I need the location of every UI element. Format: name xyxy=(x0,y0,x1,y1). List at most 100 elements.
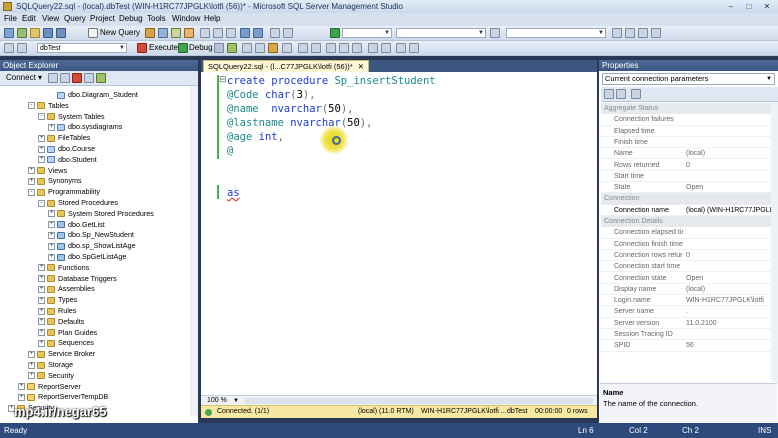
expand-icon[interactable]: + xyxy=(48,221,55,229)
save-icon[interactable] xyxy=(43,28,53,38)
tree-item[interactable]: + Types xyxy=(38,294,77,305)
menu-project[interactable]: Project xyxy=(90,14,115,23)
tab-close-icon[interactable]: ✕ xyxy=(358,62,364,71)
properties-icon[interactable] xyxy=(625,28,635,38)
property-row[interactable]: Server name. xyxy=(601,306,771,318)
property-category[interactable]: Aggregate Status xyxy=(601,103,771,115)
property-row[interactable]: Connection elapsed tir xyxy=(601,227,771,239)
redo-icon[interactable] xyxy=(253,28,263,38)
comment-icon[interactable] xyxy=(368,43,378,53)
refresh-icon[interactable] xyxy=(96,73,106,83)
increase-indent-icon[interactable] xyxy=(409,43,419,53)
search-combo[interactable]: ▼ xyxy=(506,28,606,38)
new-file-icon[interactable] xyxy=(4,28,14,38)
menu-query[interactable]: Query xyxy=(64,14,86,23)
minimize-button[interactable]: – xyxy=(722,1,740,12)
undo-icon[interactable] xyxy=(240,28,250,38)
horizontal-scrollbar[interactable] xyxy=(245,398,593,404)
results-to-grid-icon[interactable] xyxy=(339,43,349,53)
db-engine-query-icon[interactable] xyxy=(145,28,155,38)
open-folder-icon[interactable] xyxy=(30,28,40,38)
property-row[interactable]: Display name (local) xyxy=(601,284,771,296)
expand-icon[interactable]: + xyxy=(28,167,35,175)
client-stats-icon[interactable] xyxy=(311,43,321,53)
properties-scrollbar[interactable] xyxy=(771,102,778,382)
tree-item[interactable]: + Security xyxy=(28,370,74,381)
expand-icon[interactable]: + xyxy=(38,339,45,347)
tree-item[interactable]: + dbo.Course xyxy=(38,143,95,154)
menu-edit[interactable]: Edit xyxy=(22,14,36,23)
connect-button[interactable]: Connect ▾ xyxy=(6,73,42,82)
tree-item[interactable]: + dbo.SpGetListAge xyxy=(48,251,126,262)
tree-item[interactable]: - Programmability xyxy=(28,186,100,197)
expand-icon[interactable]: + xyxy=(28,350,35,358)
query-options-icon[interactable] xyxy=(268,43,278,53)
expand-icon[interactable]: + xyxy=(18,393,25,401)
property-row[interactable]: State Open xyxy=(601,182,771,194)
new-query-icon[interactable] xyxy=(88,28,98,38)
xmla-query-icon[interactable] xyxy=(184,28,194,38)
expand-icon[interactable]: + xyxy=(48,253,55,261)
tree-item[interactable]: + Storage xyxy=(28,359,73,370)
property-row[interactable]: Server version 11.0.2100 xyxy=(601,318,771,329)
menu-tools[interactable]: Tools xyxy=(147,14,166,23)
property-row[interactable]: Login name WIN-H1RC77JPGLK\lotfi xyxy=(601,295,771,307)
property-category[interactable]: Connection Details xyxy=(601,216,771,228)
collapse-icon[interactable]: - xyxy=(28,102,35,110)
expand-icon[interactable]: + xyxy=(38,134,45,142)
property-category[interactable]: Connection xyxy=(601,193,771,205)
tree-item[interactable]: - Tables xyxy=(28,100,69,111)
execute-button[interactable]: Execute xyxy=(149,43,178,52)
collapse-icon[interactable]: - xyxy=(38,113,45,121)
properties-object-select[interactable]: Current connection parameters ▼ xyxy=(602,73,775,85)
property-row[interactable]: Connection state Open xyxy=(601,273,771,284)
intellisense-icon[interactable] xyxy=(282,43,292,53)
stop-icon[interactable] xyxy=(72,73,82,83)
menu-window[interactable]: Window xyxy=(172,14,200,23)
tab-sqlquery22[interactable]: SQLQuery22.sql - (l...C77JPGLK\lotfi (56… xyxy=(203,60,370,72)
tree-item[interactable]: + dbo.sysdiagrams xyxy=(48,121,122,132)
expand-icon[interactable]: + xyxy=(38,264,45,272)
start-debug-icon[interactable] xyxy=(330,28,340,38)
debug-icon[interactable] xyxy=(178,43,188,53)
property-row[interactable]: Name (local) xyxy=(601,148,771,160)
object-explorer-scrollbar[interactable] xyxy=(190,86,198,416)
cut-icon[interactable] xyxy=(200,28,210,38)
menu-file[interactable]: File xyxy=(4,14,17,23)
decrease-indent-icon[interactable] xyxy=(396,43,406,53)
property-row[interactable]: Connection finish time xyxy=(601,239,771,250)
expand-icon[interactable]: + xyxy=(28,361,35,369)
display-plan-icon[interactable] xyxy=(242,43,252,53)
property-row[interactable]: Session Tracing ID xyxy=(601,329,771,341)
close-button[interactable]: ✕ xyxy=(758,1,776,12)
find-in-files-icon[interactable] xyxy=(490,28,500,38)
cancel-query-icon[interactable] xyxy=(214,43,224,53)
expand-icon[interactable]: + xyxy=(38,296,45,304)
menu-help[interactable]: Help xyxy=(204,14,220,23)
tree-item[interactable]: + ReportServerTempDB xyxy=(18,391,108,402)
save-all-icon[interactable] xyxy=(56,28,66,38)
change-connection-icon[interactable] xyxy=(17,43,27,53)
maximize-button[interactable]: □ xyxy=(740,1,758,12)
database-select[interactable]: dbTest ▼ xyxy=(37,43,127,53)
debug-button[interactable]: Debug xyxy=(189,43,213,52)
expand-icon[interactable]: + xyxy=(38,145,45,153)
expand-icon[interactable]: + xyxy=(48,242,55,250)
expand-icon[interactable]: + xyxy=(38,275,45,283)
expand-icon[interactable]: + xyxy=(28,177,35,185)
tree-item[interactable]: + dbo.GetList xyxy=(48,219,105,230)
solution-explorer-icon[interactable] xyxy=(612,28,622,38)
tree-item[interactable]: + FileTables xyxy=(38,132,90,143)
results-to-file-icon[interactable] xyxy=(352,43,362,53)
paste-icon[interactable] xyxy=(226,28,236,38)
tree-item[interactable]: + Views xyxy=(28,165,67,176)
collapse-icon[interactable]: - xyxy=(38,199,45,207)
tree-item[interactable]: + Defaults xyxy=(38,316,84,327)
expand-icon[interactable]: + xyxy=(38,156,45,164)
query-designer-icon[interactable] xyxy=(255,43,265,53)
toolbox-icon[interactable] xyxy=(651,28,661,38)
include-plan-icon[interactable] xyxy=(298,43,308,53)
expand-icon[interactable]: + xyxy=(48,231,55,239)
find-combo[interactable]: ▼ xyxy=(396,28,486,38)
expand-icon[interactable]: + xyxy=(48,210,55,218)
